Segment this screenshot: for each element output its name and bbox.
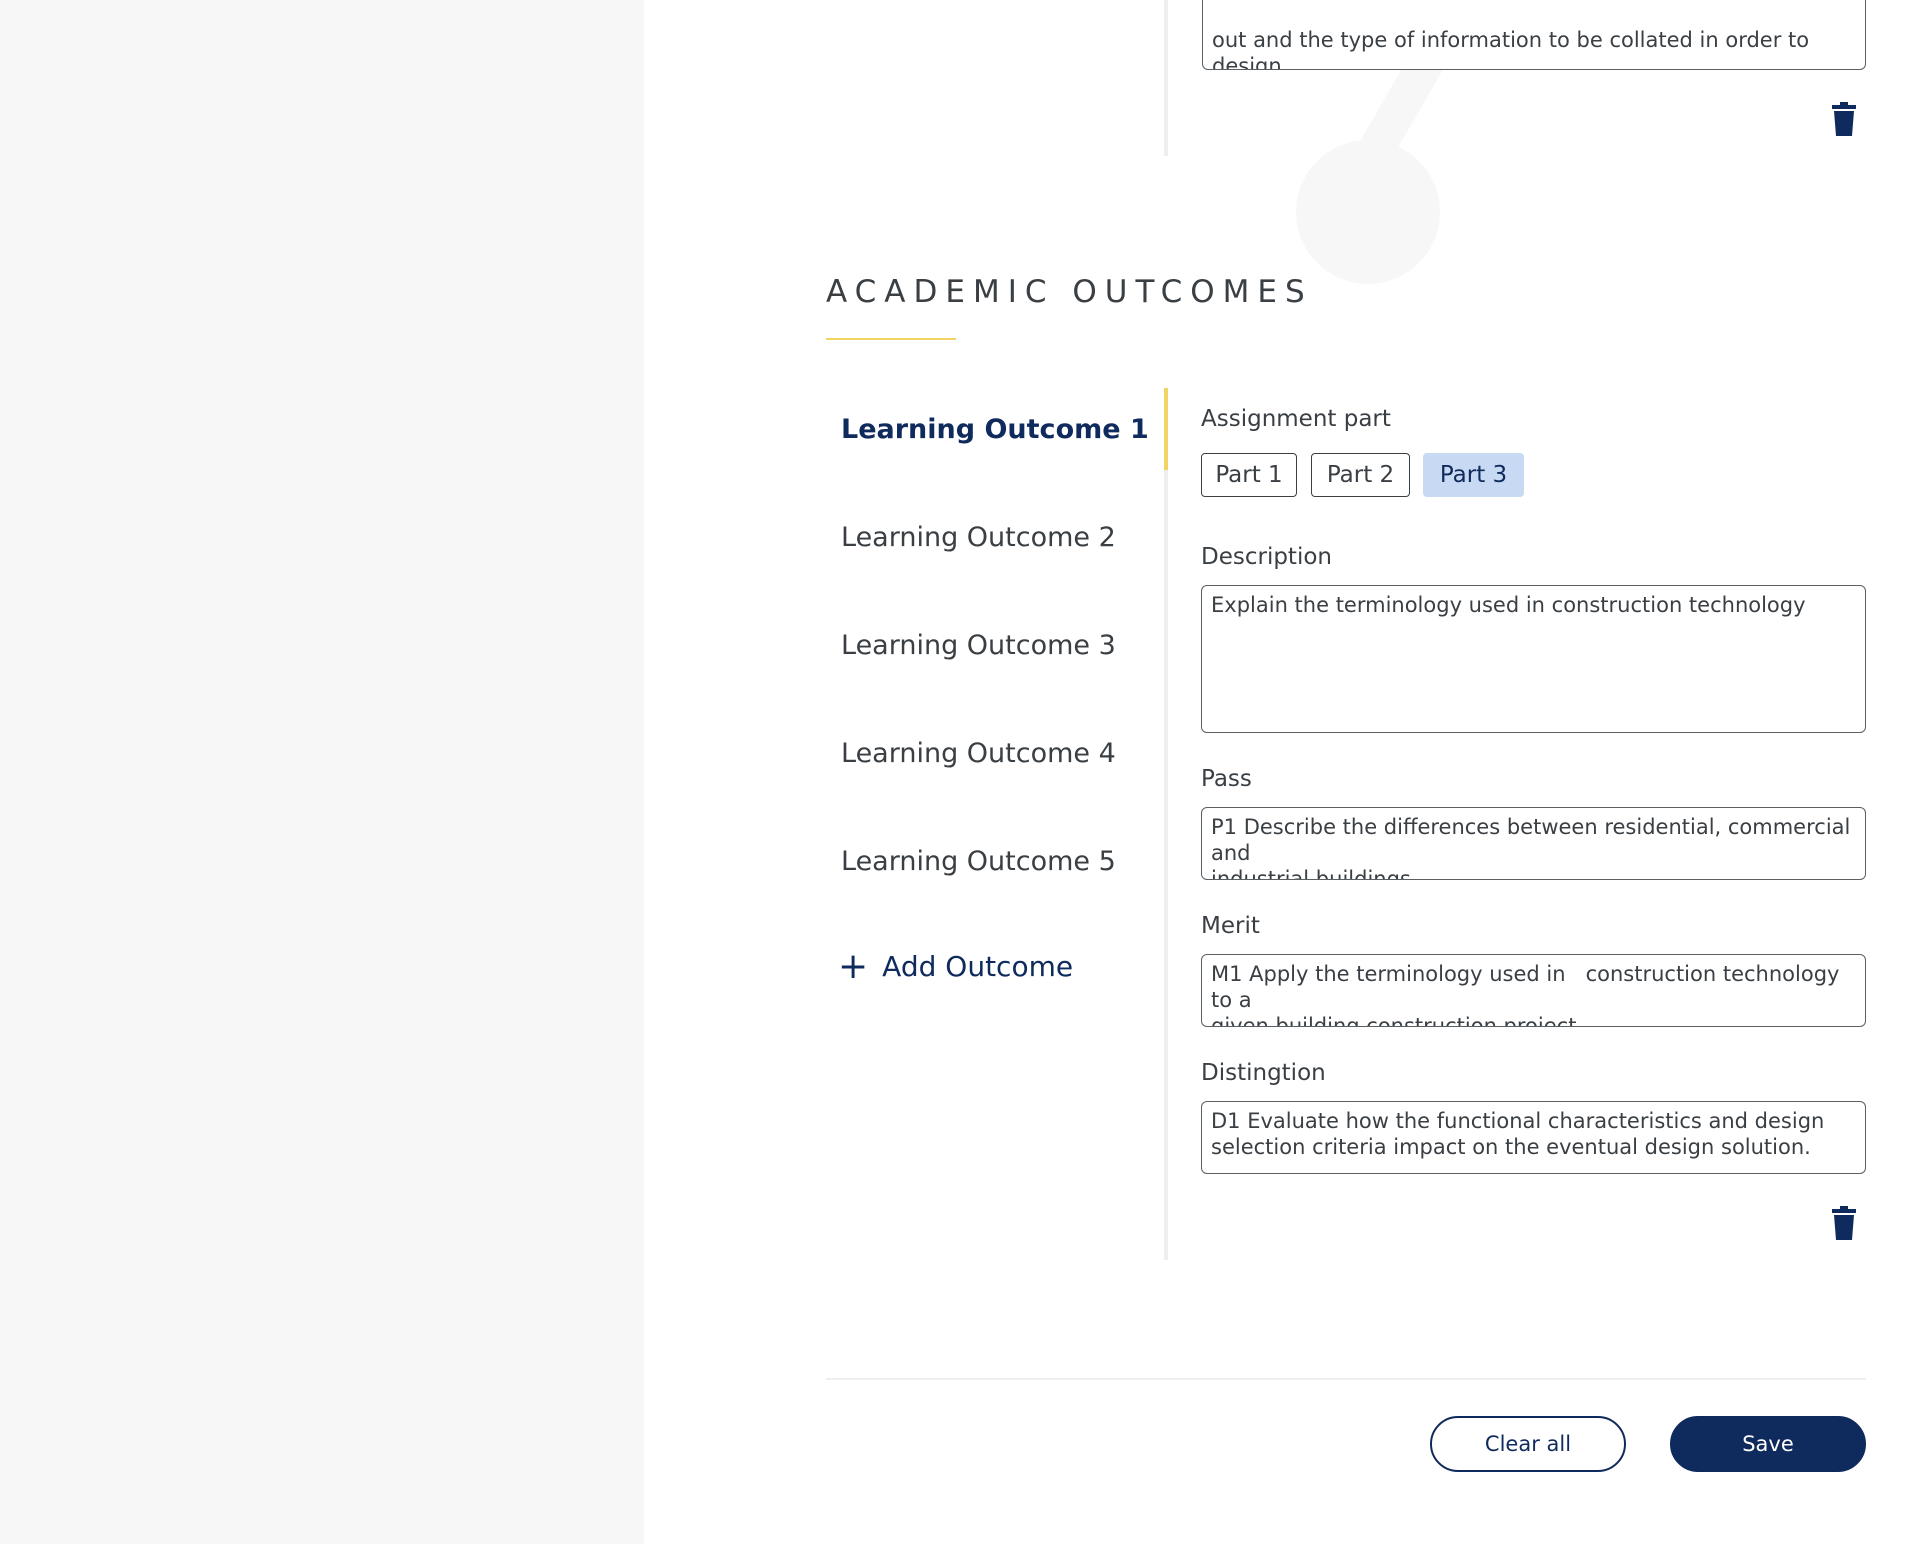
section-title: ACADEMIC OUTCOMES	[826, 274, 1313, 310]
add-outcome-label: Add Outcome	[882, 950, 1074, 983]
plus-icon: +	[838, 945, 869, 987]
distinction-label: Distingtion	[1201, 1060, 1326, 1086]
part-3-button[interactable]: Part 3	[1423, 453, 1524, 497]
description-field[interactable]: Explain the terminology used in construc…	[1201, 585, 1866, 733]
outcome-item-4[interactable]: Learning Outcome 4	[841, 738, 1116, 769]
save-button[interactable]: Save	[1670, 1416, 1866, 1472]
outcome-item-5[interactable]: Learning Outcome 5	[841, 846, 1116, 877]
add-outcome-button[interactable]: + Add Outcome	[838, 945, 1074, 987]
previous-section-text: out and the type of information to be co…	[1212, 28, 1810, 70]
outcome-item-3[interactable]: Learning Outcome 3	[841, 630, 1116, 661]
merit-label: Merit	[1201, 913, 1260, 939]
watermark-decoration	[1296, 140, 1440, 284]
divider	[1164, 388, 1168, 1260]
left-panel	[0, 0, 644, 1544]
outcome-item-1[interactable]: Learning Outcome 1	[841, 414, 1149, 445]
distinction-field[interactable]: D1 Evaluate how the functional character…	[1201, 1101, 1866, 1174]
assignment-part-label: Assignment part	[1201, 406, 1391, 432]
description-label: Description	[1201, 544, 1332, 570]
clear-all-button[interactable]: Clear all	[1430, 1416, 1626, 1472]
divider	[1164, 0, 1168, 156]
active-indicator	[1164, 388, 1168, 470]
pass-label: Pass	[1201, 766, 1252, 792]
pass-field[interactable]: P1 Describe the differences between resi…	[1201, 807, 1866, 880]
part-1-button[interactable]: Part 1	[1201, 453, 1297, 497]
outcome-item-2[interactable]: Learning Outcome 2	[841, 522, 1116, 553]
part-2-button[interactable]: Part 2	[1311, 453, 1410, 497]
trash-icon[interactable]	[1832, 102, 1856, 136]
section-underline	[826, 338, 956, 340]
merit-field[interactable]: M1 Apply the terminology used in constru…	[1201, 954, 1866, 1027]
footer-divider	[826, 1378, 1866, 1380]
previous-section-textarea[interactable]: out and the type of information to be co…	[1202, 0, 1866, 70]
trash-icon[interactable]	[1832, 1206, 1856, 1240]
